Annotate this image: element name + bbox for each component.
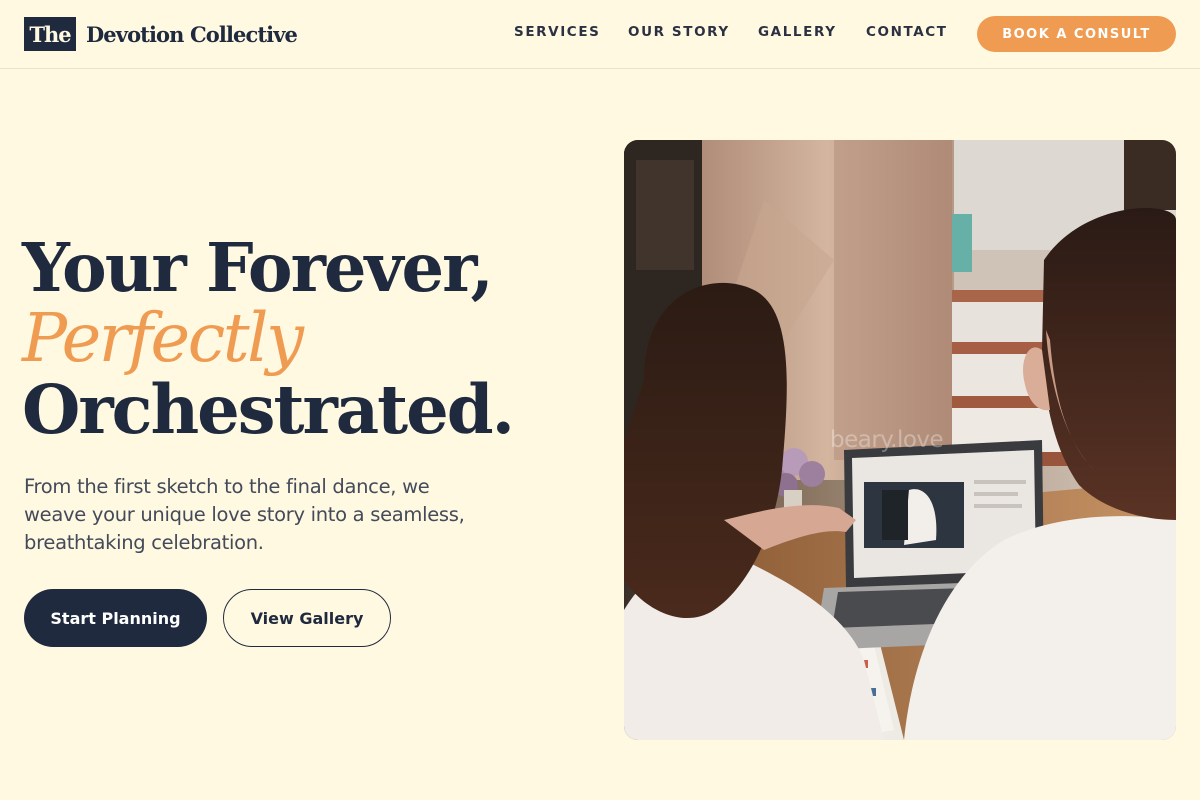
hero-subtitle: From the first sketch to the final dance… <box>24 475 465 554</box>
nav-our-story[interactable]: OUR STORY <box>628 24 730 44</box>
brand-logo[interactable]: The Devotion Collective <box>24 17 298 51</box>
logo-mark: The <box>24 17 76 51</box>
nav-services[interactable]: SERVICES <box>514 24 600 44</box>
nav-contact[interactable]: CONTACT <box>866 24 948 44</box>
hero-title-line-1: Your Forever, <box>22 228 494 307</box>
hero-title: Your Forever, Perfectly Orchestrated. <box>22 232 602 445</box>
view-gallery-button[interactable]: View Gallery <box>223 589 391 647</box>
hero-title-line-3: Orchestrated. <box>22 370 515 449</box>
hero-title-accent: Perfectly <box>22 299 304 377</box>
brand-name: Devotion Collective <box>86 21 298 47</box>
start-planning-button[interactable]: Start Planning <box>24 589 207 647</box>
book-consult-button[interactable]: BOOK A CONSULT <box>977 16 1176 52</box>
hero-photo: beary.love <box>624 140 1176 740</box>
site-header: The Devotion Collective SERVICES OUR STO… <box>0 0 1200 69</box>
nav-gallery[interactable]: GALLERY <box>758 24 837 44</box>
photo-watermark: beary.love <box>830 427 944 453</box>
